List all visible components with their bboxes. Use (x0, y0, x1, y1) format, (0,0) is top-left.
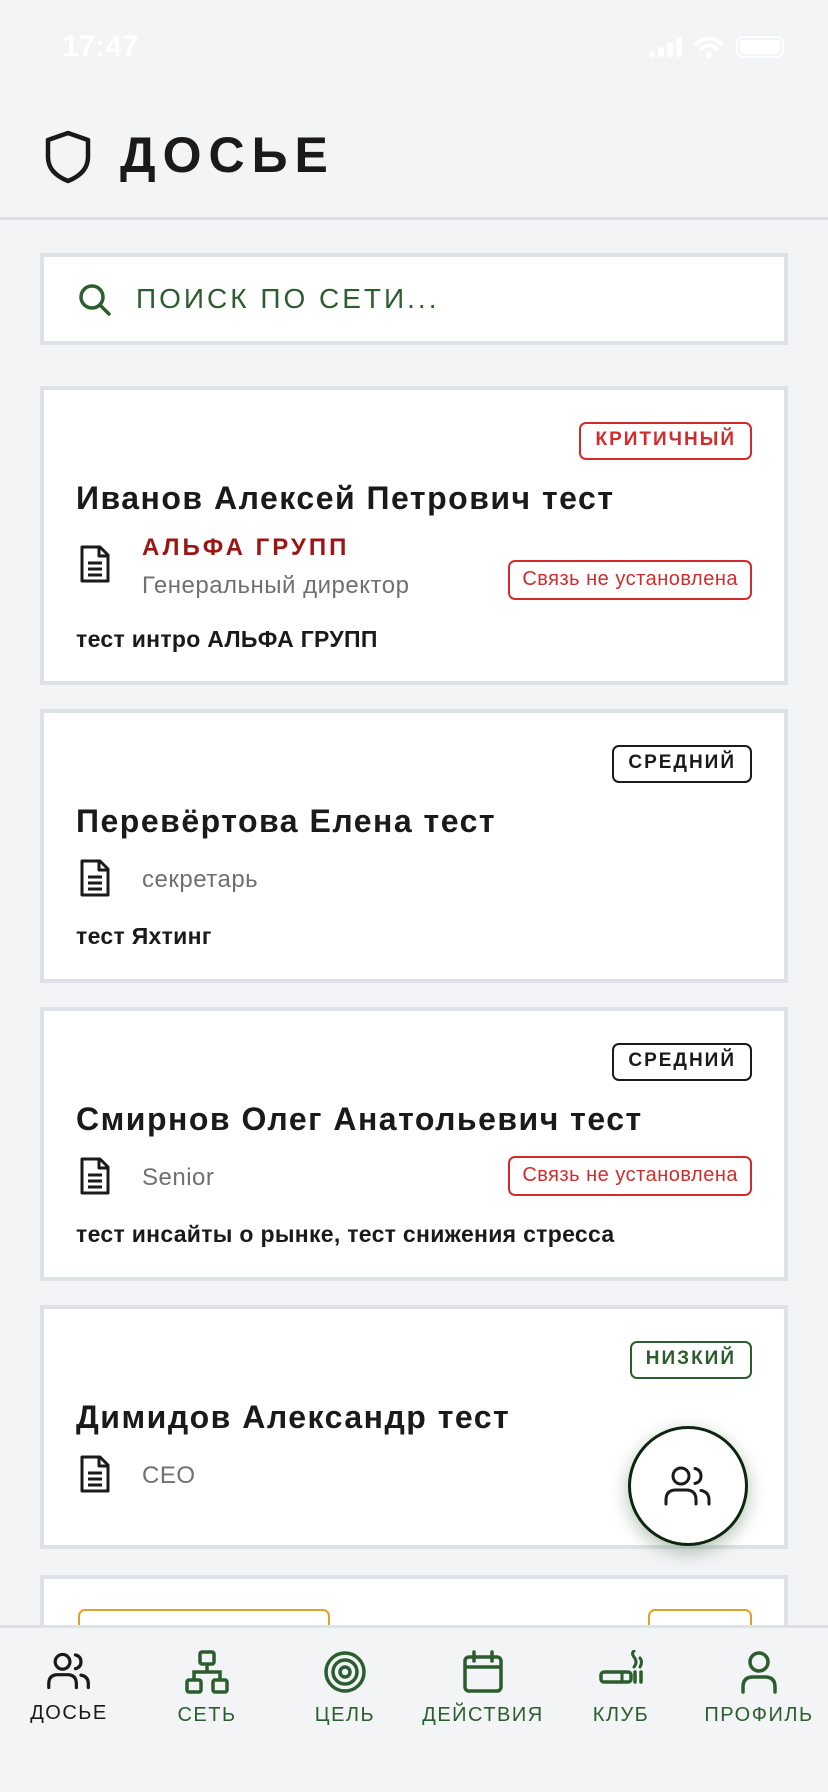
document-icon[interactable] (78, 1156, 112, 1196)
tab-label: ПРОФИЛЬ (704, 1704, 814, 1726)
contact-note: тест интро АЛЬФА ГРУПП (76, 626, 378, 652)
document-icon[interactable] (78, 1454, 112, 1494)
calendar-icon (463, 1650, 503, 1693)
connection-status-badge: Связь не установлена (508, 560, 752, 600)
status-time: 17:47 (62, 30, 139, 63)
tab-profile[interactable]: ПРОФИЛЬ (690, 1650, 828, 1727)
contact-name: Перевёртова Елена тест (76, 803, 497, 839)
tab-label: ДЕЙСТВИЯ (422, 1704, 544, 1726)
tab-label: СЕТЬ (177, 1704, 237, 1726)
users-icon (47, 1652, 90, 1690)
signal-icon (649, 37, 682, 57)
priority-badge: СРЕДНИЙ (612, 745, 752, 783)
contact-name: Димидов Александр тест (76, 1399, 511, 1435)
contact-role: секретарь (142, 866, 259, 893)
company-name: АЛЬФА ГРУПП (142, 534, 350, 561)
search-input[interactable]: ПОИСК ПО СЕТИ... (136, 257, 440, 341)
tab-actions[interactable]: ДЕЙСТВИЯ (414, 1650, 552, 1727)
priority-badge: НИЗКИЙ (629, 1341, 752, 1379)
tab-network[interactable]: СЕТЬ (138, 1650, 276, 1727)
dossier-card[interactable]: СРЕДНИЙ Смирнов Олег Анатольевич тест Se… (40, 1007, 788, 1281)
contact-role: Senior (142, 1164, 215, 1191)
search-icon (79, 284, 111, 316)
contacts-fab-button[interactable] (628, 1426, 748, 1546)
document-icon[interactable] (78, 858, 112, 898)
tab-dossier[interactable]: ДОСЬЕ (0, 1650, 138, 1725)
network-icon (185, 1650, 229, 1694)
priority-badge: КРИТИЧНЫЙ (579, 422, 752, 460)
connection-status-badge: Связь не установлена (508, 1156, 752, 1196)
tab-club[interactable]: КЛУБ (552, 1650, 690, 1727)
contact-role: CEO (142, 1462, 196, 1489)
priority-badge: СРЕДНИЙ (612, 1043, 752, 1081)
search-bar[interactable]: ПОИСК ПО СЕТИ... (40, 253, 788, 345)
bottom-tab-bar: ДОСЬЕ СЕТЬ ЦЕЛЬ ДЕЙСТВИЯ КЛУБ ПРОФИЛЬ (0, 1625, 828, 1792)
status-bar: 17:47 (0, 0, 828, 100)
shield-icon (45, 130, 91, 184)
contact-role: Генеральный директор (142, 572, 410, 599)
document-icon[interactable] (78, 544, 112, 584)
page-title: ДОСЬЕ (120, 127, 335, 183)
users-icon (664, 1466, 711, 1506)
contact-name: Иванов Алексей Петрович тест (76, 480, 615, 516)
status-icons (649, 36, 784, 58)
wifi-icon (694, 36, 724, 58)
user-icon (741, 1651, 777, 1694)
tab-label: ЦЕЛЬ (314, 1704, 376, 1726)
page-header: ДОСЬЕ (0, 100, 828, 220)
dossier-card[interactable]: СРЕДНИЙ Перевёртова Елена тест секретарь… (40, 709, 788, 983)
contact-note: тест Яхтинг (76, 923, 212, 949)
dossier-card[interactable]: КРИТИЧНЫЙ Иванов Алексей Петрович тест А… (40, 386, 788, 685)
target-icon (324, 1651, 366, 1693)
contact-note: тест инсайты о рынке, тест снижения стре… (76, 1221, 615, 1247)
battery-icon (736, 36, 784, 58)
cigar-icon (599, 1650, 643, 1684)
tab-goal[interactable]: ЦЕЛЬ (276, 1650, 414, 1727)
contact-name: Смирнов Олег Анатольевич тест (76, 1101, 643, 1137)
tab-label: КЛУБ (592, 1704, 650, 1726)
tab-label: ДОСЬЕ (30, 1702, 108, 1724)
